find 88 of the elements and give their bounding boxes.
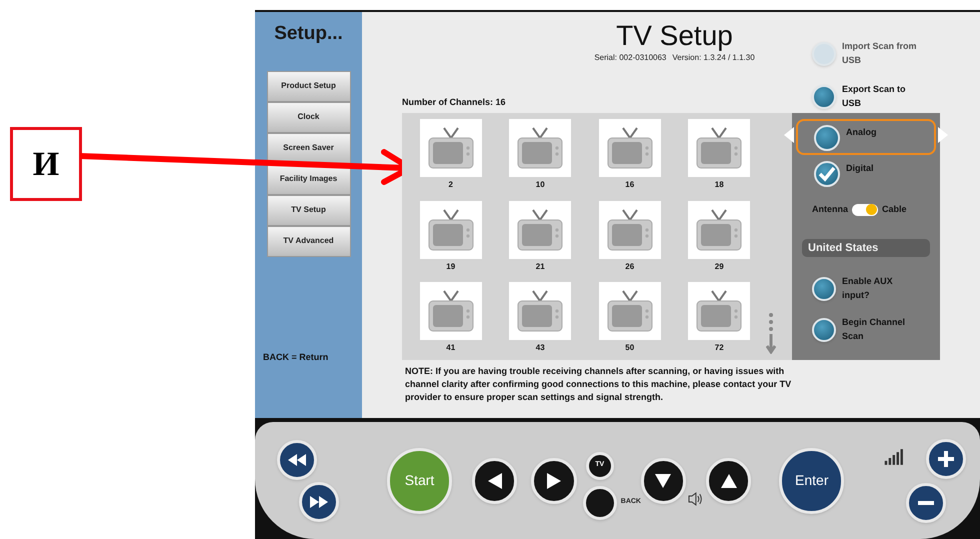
plus-icon <box>936 450 955 468</box>
right-button[interactable] <box>531 458 577 504</box>
action-label: Begin Channel Scan <box>842 316 906 342</box>
channel-tile[interactable] <box>688 119 750 177</box>
channel-tile[interactable] <box>509 282 572 340</box>
channel-number: 29 <box>714 260 724 273</box>
signal-bars-icon <box>884 446 904 464</box>
channel-tile[interactable] <box>598 282 661 340</box>
rewind-button[interactable] <box>277 440 317 480</box>
tv-icon <box>516 126 564 170</box>
tv-icon <box>426 208 475 252</box>
radio-button[interactable] <box>814 125 840 151</box>
channel-number: 10 <box>536 179 545 191</box>
rewind-icon <box>288 454 306 466</box>
mode-label: Analog <box>846 126 876 139</box>
left-button[interactable] <box>472 458 518 504</box>
round-button[interactable] <box>812 276 836 300</box>
mode-option[interactable]: Digital <box>796 155 936 191</box>
toggle-switch[interactable] <box>852 204 878 216</box>
sidebar-item[interactable]: Product Setup <box>266 70 350 102</box>
channel-number: 72 <box>714 342 724 354</box>
sidebar-title: Setup... <box>274 22 343 46</box>
back-button[interactable] <box>582 486 617 520</box>
checkmark-icon <box>818 166 836 182</box>
note-text: NOTE: If you are having trouble receiving channels after scanning, or having issues with channel clarity after confirming good connections to this machine, please contact your TV provider to ensure proper scan settings and signal strength. <box>404 365 792 404</box>
action-label: Import Scan from USB <box>842 40 918 66</box>
channel-tile[interactable] <box>420 282 482 340</box>
channel-count: Number of Channels: 16 <box>402 96 507 108</box>
channel-tile[interactable] <box>509 200 572 259</box>
scroll-down-icon <box>766 312 776 354</box>
sidebar-item[interactable]: Clock <box>266 102 350 132</box>
fast-forward-icon <box>310 496 328 508</box>
down-arrow-icon <box>655 474 672 488</box>
tv-icon <box>606 126 654 170</box>
annotation-label: И <box>10 127 82 201</box>
channel-number: 41 <box>446 342 456 354</box>
switch-left-label: Antenna <box>812 203 848 216</box>
tv-icon <box>516 208 564 252</box>
page-title: TV Setup <box>616 20 733 52</box>
minus-button[interactable] <box>906 482 946 522</box>
channel-number: 21 <box>536 260 545 273</box>
enter-button[interactable]: Enter <box>779 448 844 514</box>
channel-tile[interactable] <box>420 200 482 259</box>
speaker-icon <box>688 492 704 506</box>
channel-tile[interactable] <box>688 282 750 340</box>
tv-icon <box>426 126 475 170</box>
tv-icon <box>695 208 744 252</box>
serial-number: Serial: 002-0310063 <box>594 52 666 64</box>
fast-forward-button[interactable] <box>299 482 339 522</box>
tv-icon <box>606 289 654 334</box>
action-label: Enable AUX input? <box>842 275 894 302</box>
back-hint: BACK = Return <box>262 350 328 364</box>
minus-icon <box>916 500 935 504</box>
channel-number: 16 <box>625 179 634 191</box>
checked-checkbox[interactable] <box>814 161 840 187</box>
channel-tile[interactable] <box>420 119 482 177</box>
channel-number: 50 <box>625 342 634 354</box>
channel-tile[interactable] <box>598 119 661 177</box>
region-label: United States <box>802 238 930 257</box>
channel-tile[interactable] <box>688 200 750 259</box>
switch-right-label: Cable <box>882 203 907 216</box>
round-button[interactable] <box>812 318 836 342</box>
tv-icon <box>606 208 654 252</box>
plus-button[interactable] <box>926 438 966 478</box>
channel-number: 19 <box>446 260 456 273</box>
mode-option[interactable]: Analog <box>796 119 936 155</box>
mode-label: Digital <box>846 162 874 175</box>
tv-icon <box>426 289 475 334</box>
tv-icon <box>695 126 744 170</box>
sidebar-item[interactable]: TV Advanced <box>266 226 350 256</box>
channel-number: 43 <box>536 342 545 354</box>
sidebar-item[interactable]: Screen Saver <box>266 132 350 164</box>
channel-number: 18 <box>714 179 724 191</box>
up-arrow-icon <box>720 474 737 488</box>
left-arrow-icon <box>488 472 502 488</box>
tv-icon <box>695 289 744 334</box>
action-label: Export Scan to USB <box>842 83 907 110</box>
channel-number: 26 <box>625 260 634 273</box>
sidebar-item[interactable]: TV Setup <box>266 194 350 226</box>
channel-number: 2 <box>448 179 453 191</box>
channel-tile[interactable] <box>509 119 572 177</box>
right-arrow-icon <box>547 472 562 488</box>
down-button[interactable] <box>640 458 686 504</box>
version-text: Version: 1.3.24 / 1.1.30 <box>672 52 755 64</box>
tv-icon <box>516 289 564 334</box>
round-button[interactable] <box>812 84 836 108</box>
up-button[interactable] <box>706 458 752 504</box>
channel-tile[interactable] <box>598 200 661 259</box>
